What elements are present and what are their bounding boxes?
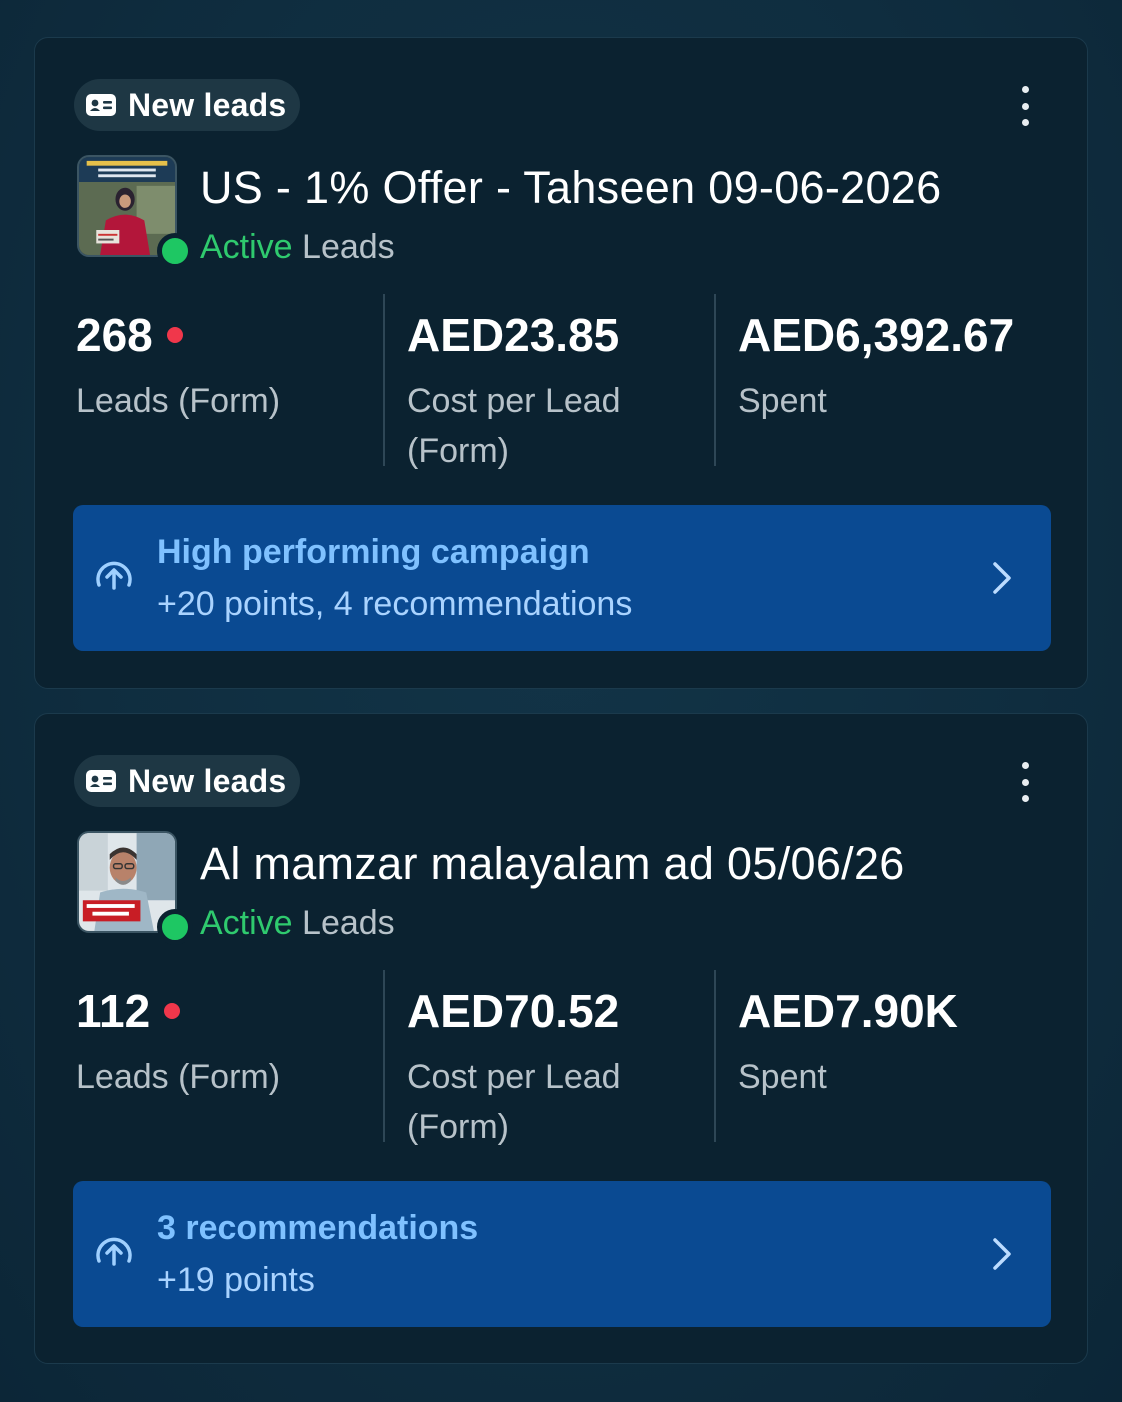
new-leads-chip: New leads: [74, 755, 301, 807]
campaign-card[interactable]: New leads Al mamzar malayalam ad 05/06/2…: [34, 713, 1088, 1364]
metric-divider: [383, 294, 385, 466]
leads-count: 268: [76, 309, 153, 361]
metric-value: AED6,392.67: [738, 309, 1015, 361]
metric-leads: 112 Leads (Form): [76, 984, 376, 1102]
recommendations-banner[interactable]: High performing campaign +20 points, 4 r…: [73, 505, 1051, 651]
metric-leads: 268 Leads (Form): [76, 308, 376, 426]
lead-card-icon: [86, 770, 116, 792]
campaign-thumbnail: [77, 155, 193, 269]
chip-label: New leads: [128, 762, 287, 799]
metric-divider: [714, 970, 716, 1142]
banner-title: High performing campaign: [157, 533, 590, 571]
recommendations-banner[interactable]: 3 recommendations +19 points: [73, 1181, 1051, 1327]
campaign-status: Active Leads: [200, 904, 395, 943]
campaign-status: Active Leads: [200, 228, 395, 267]
campaign-thumbnail: [77, 831, 193, 945]
more-options-icon[interactable]: [1013, 86, 1037, 126]
metric-spent: AED6,392.67 Spent: [738, 308, 1068, 426]
chevron-right-icon: [993, 562, 1011, 594]
metric-value: AED7.90K: [738, 985, 958, 1037]
more-options-icon[interactable]: [1013, 762, 1037, 802]
metric-value: AED23.85: [407, 309, 620, 361]
metric-spent: AED7.90K Spent: [738, 984, 1068, 1102]
banner-title: 3 recommendations: [157, 1209, 479, 1247]
metric-divider: [383, 970, 385, 1142]
active-status-dot: [157, 909, 193, 945]
objective-label: Leads: [302, 904, 395, 942]
metric-label: Cost per Lead (Form): [407, 1058, 621, 1146]
metric-value: 112: [76, 984, 376, 1038]
metric-label: Cost per Lead (Form): [407, 382, 621, 470]
chip-label: New leads: [128, 86, 287, 123]
banner-subtitle: +20 points, 4 recommendations: [157, 585, 633, 623]
status-active-label: Active: [200, 228, 293, 266]
performance-up-icon: [96, 1237, 132, 1266]
metric-divider: [714, 294, 716, 466]
metric-value: AED70.52: [407, 985, 620, 1037]
metric-label: Leads (Form): [76, 382, 281, 420]
leads-count: 112: [76, 985, 151, 1037]
metric-cost-per-lead: AED23.85 Cost per Lead (Form): [407, 308, 697, 476]
metric-label: Leads (Form): [76, 1058, 281, 1096]
metric-label: Spent: [738, 382, 827, 420]
metric-value: 268: [76, 308, 376, 362]
campaign-title[interactable]: US - 1% Offer - Tahseen 09-06-2026: [200, 162, 941, 214]
new-alert-dot: [164, 1003, 181, 1019]
metric-label: Spent: [738, 1058, 827, 1096]
active-status-dot: [157, 233, 193, 269]
campaign-card[interactable]: New leads US - 1% Offer - Tahseen 09-06-…: [34, 37, 1088, 689]
metric-cost-per-lead: AED70.52 Cost per Lead (Form): [407, 984, 697, 1152]
status-active-label: Active: [200, 904, 293, 942]
campaign-title[interactable]: Al mamzar malayalam ad 05/06/26: [200, 838, 905, 890]
new-alert-dot: [166, 327, 183, 343]
banner-subtitle: +19 points: [157, 1261, 315, 1299]
performance-up-icon: [96, 561, 132, 590]
new-leads-chip: New leads: [74, 79, 301, 131]
objective-label: Leads: [302, 228, 395, 266]
lead-card-icon: [86, 94, 116, 116]
chevron-right-icon: [993, 1238, 1011, 1270]
